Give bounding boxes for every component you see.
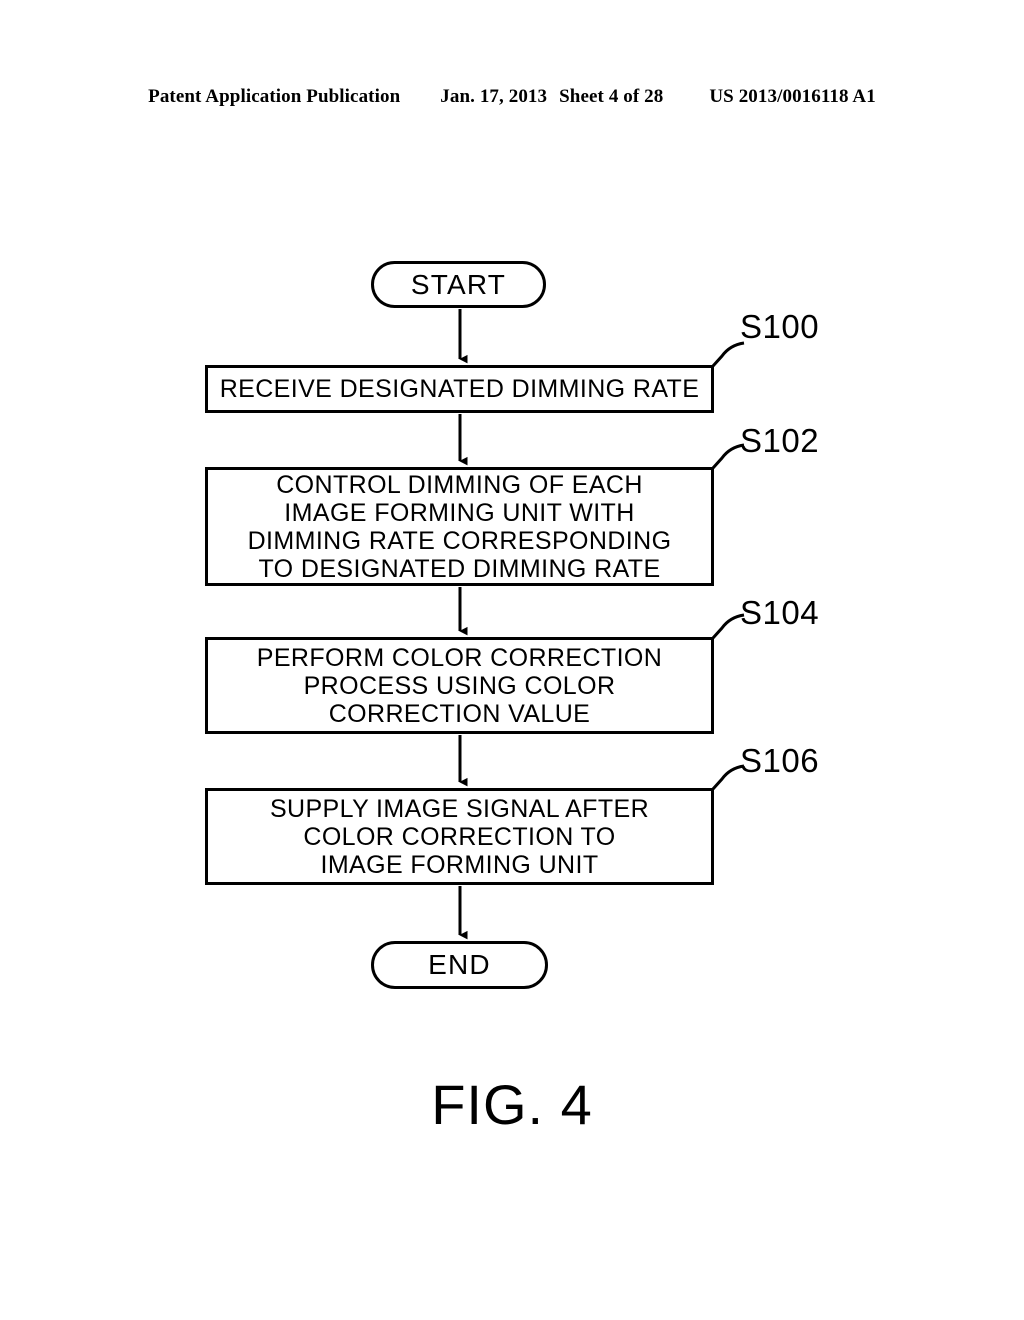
- process-box-s102-text: CONTROL DIMMING OF EACH IMAGE FORMING UN…: [248, 471, 672, 583]
- process-box-s102-line-2: IMAGE FORMING UNIT WITH: [284, 498, 635, 527]
- process-box-s104-line-1: PERFORM COLOR CORRECTION: [256, 643, 663, 672]
- process-box-s102: CONTROL DIMMING OF EACH IMAGE FORMING UN…: [205, 467, 714, 586]
- figure-caption: FIG. 4: [431, 1073, 593, 1136]
- step-reference-s106: S106: [740, 742, 820, 779]
- flowchart-end-terminal: END: [371, 941, 548, 989]
- process-box-s100: RECEIVE DESIGNATED DIMMING RATE: [205, 365, 714, 413]
- process-box-s104-line-2: PROCESS USING COLOR: [303, 671, 616, 700]
- end-terminal-label: END: [428, 949, 491, 980]
- process-box-s100-line-1: RECEIVE DESIGNATED DIMMING RATE: [219, 375, 700, 403]
- process-box-s102-line-1: CONTROL DIMMING OF EACH: [276, 470, 643, 499]
- process-box-s106-line-3: IMAGE FORMING UNIT: [320, 850, 599, 879]
- step-reference-s100: S100: [740, 308, 820, 345]
- step-reference-s102: S102: [740, 422, 820, 459]
- flowchart-start-terminal: START: [371, 261, 546, 308]
- leader-line-s100: [711, 341, 745, 368]
- process-box-s104-text: PERFORM COLOR CORRECTION PROCESS USING C…: [257, 644, 662, 728]
- process-box-s102-line-3: DIMMING RATE CORRESPONDING: [247, 526, 672, 555]
- process-box-s100-text: RECEIVE DESIGNATED DIMMING RATE: [220, 375, 700, 403]
- start-terminal-label: START: [410, 268, 507, 300]
- process-box-s104: PERFORM COLOR CORRECTION PROCESS USING C…: [205, 637, 714, 734]
- process-box-s106-line-2: COLOR CORRECTION TO: [303, 822, 616, 851]
- step-reference-s104: S104: [740, 594, 820, 631]
- process-box-s104-line-3: CORRECTION VALUE: [328, 699, 591, 728]
- process-box-s106: SUPPLY IMAGE SIGNAL AFTER COLOR CORRECTI…: [205, 788, 714, 885]
- process-box-s102-line-4: TO DESIGNATED DIMMING RATE: [258, 554, 661, 583]
- process-box-s106-text: SUPPLY IMAGE SIGNAL AFTER COLOR CORRECTI…: [270, 795, 649, 879]
- process-box-s106-line-1: SUPPLY IMAGE SIGNAL AFTER: [269, 794, 650, 823]
- flowchart-figure: START RECEIVE DESIGNATED DIMMING RATE S1…: [0, 0, 1024, 1320]
